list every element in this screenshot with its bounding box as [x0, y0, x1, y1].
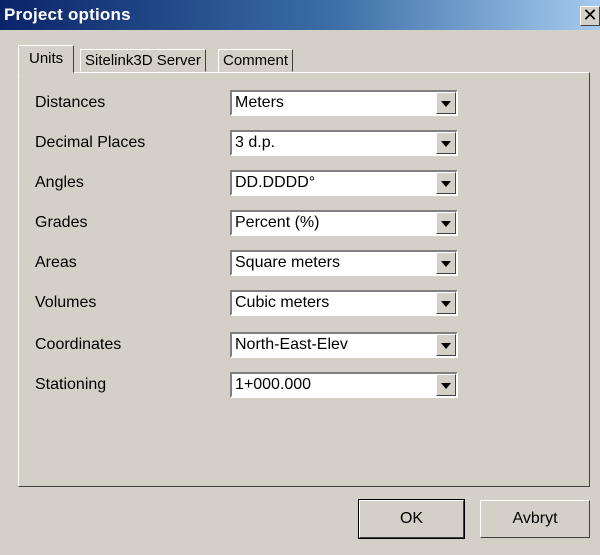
coordinates-dropdown-button[interactable] [436, 334, 456, 356]
close-icon: ✕ [582, 5, 598, 25]
chevron-down-icon [441, 261, 451, 267]
distances-select[interactable]: Meters [230, 90, 458, 116]
title-bar: Project options ✕ [0, 0, 600, 30]
grades-row: Grades Percent (%) [19, 210, 589, 236]
volumes-value: Cubic meters [235, 294, 330, 311]
angles-select[interactable]: DD.DDDD° [230, 170, 458, 196]
grades-dropdown-button[interactable] [436, 212, 456, 234]
decimal-places-label: Decimal Places [35, 134, 146, 151]
chevron-down-icon [441, 301, 451, 307]
tab-sitelink3d-server[interactable]: Sitelink3D Server [80, 49, 206, 72]
stationing-label: Stationing [35, 376, 107, 393]
chevron-down-icon [441, 101, 451, 107]
tab-label: Units [29, 50, 64, 67]
angles-label: Angles [35, 174, 84, 191]
units-panel: Distances Meters Decimal Places 3 d.p. A… [18, 72, 590, 487]
angles-value: DD.DDDD° [235, 174, 316, 191]
chevron-down-icon [441, 221, 451, 227]
areas-dropdown-button[interactable] [436, 252, 456, 274]
coordinates-value: North-East-Elev [235, 336, 348, 353]
tab-label: Sitelink3D Server [85, 52, 201, 69]
distances-row: Distances Meters [19, 90, 589, 116]
areas-select[interactable]: Square meters [230, 250, 458, 276]
distances-dropdown-button[interactable] [436, 92, 456, 114]
areas-value: Square meters [235, 254, 340, 271]
areas-label: Areas [35, 254, 77, 271]
tab-units[interactable]: Units [18, 45, 75, 73]
volumes-label: Volumes [35, 294, 97, 311]
stationing-row: Stationing 1+000.000 [19, 372, 589, 398]
window-title: Project options [4, 5, 131, 24]
decimal-places-row: Decimal Places 3 d.p. [19, 130, 589, 156]
project-options-dialog: Project options ✕ Units Sitelink3D Serve… [0, 0, 600, 555]
distances-label: Distances [35, 94, 106, 111]
grades-value: Percent (%) [235, 214, 320, 231]
decimal-places-value: 3 d.p. [235, 134, 276, 151]
cancel-button[interactable]: Avbryt [480, 500, 590, 538]
areas-row: Areas Square meters [19, 250, 589, 276]
tab-comment[interactable]: Comment [218, 49, 294, 72]
ok-button[interactable]: OK [358, 499, 465, 539]
angles-row: Angles DD.DDDD° [19, 170, 589, 196]
decimal-places-select[interactable]: 3 d.p. [230, 130, 458, 156]
stationing-select[interactable]: 1+000.000 [230, 372, 458, 398]
decimal-places-dropdown-button[interactable] [436, 132, 456, 154]
chevron-down-icon [441, 343, 451, 349]
coordinates-select[interactable]: North-East-Elev [230, 332, 458, 358]
close-button[interactable]: ✕ [580, 6, 600, 26]
tab-label: Comment [223, 52, 289, 69]
distances-value: Meters [235, 94, 284, 111]
volumes-dropdown-button[interactable] [436, 292, 456, 314]
volumes-select[interactable]: Cubic meters [230, 290, 458, 316]
volumes-row: Volumes Cubic meters [19, 290, 589, 316]
chevron-down-icon [441, 141, 451, 147]
stationing-dropdown-button[interactable] [436, 374, 456, 396]
angles-dropdown-button[interactable] [436, 172, 456, 194]
chevron-down-icon [441, 181, 451, 187]
coordinates-row: Coordinates North-East-Elev [19, 332, 589, 358]
grades-label: Grades [35, 214, 88, 231]
chevron-down-icon [441, 383, 451, 389]
stationing-value: 1+000.000 [235, 376, 312, 393]
grades-select[interactable]: Percent (%) [230, 210, 458, 236]
coordinates-label: Coordinates [35, 336, 122, 353]
